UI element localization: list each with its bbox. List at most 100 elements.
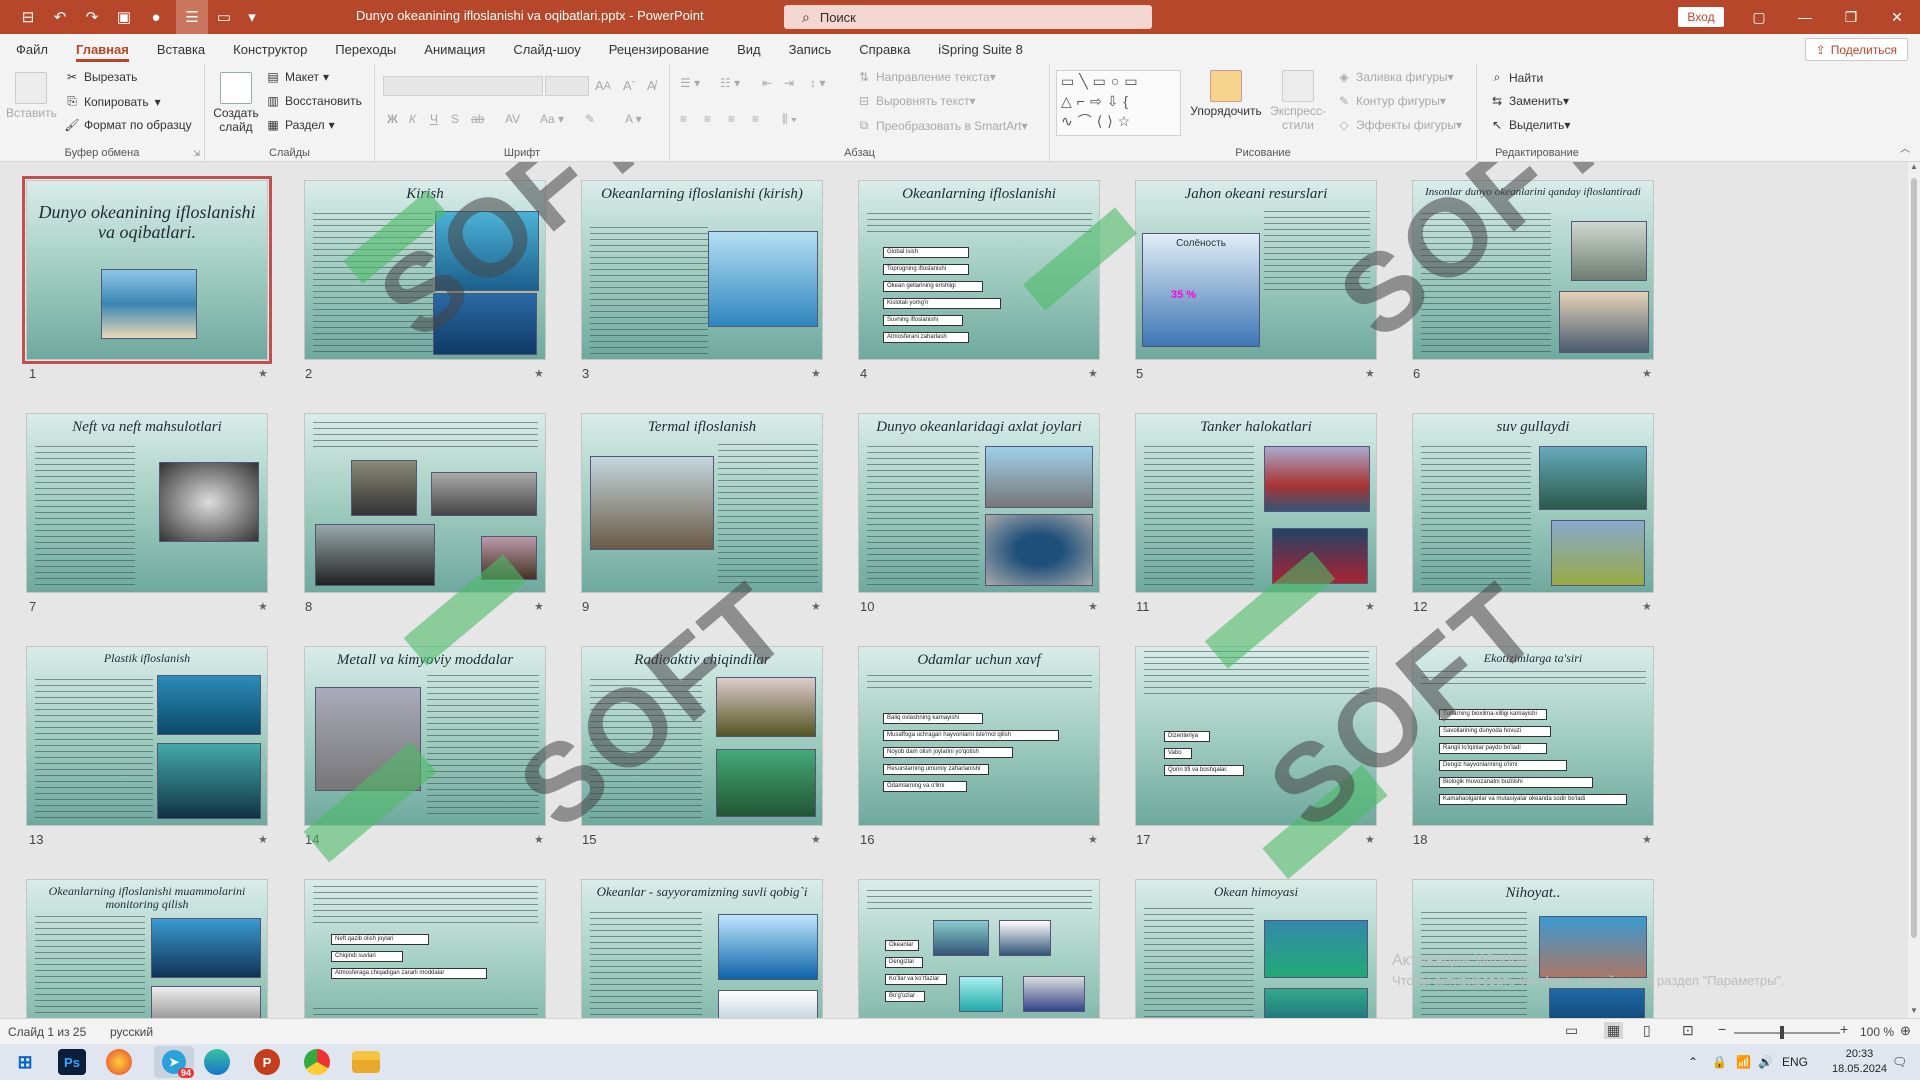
slide-thumbnail[interactable]: suv gullaydi bbox=[1412, 413, 1654, 593]
telegram-button[interactable]: ➤ 94 bbox=[154, 1046, 194, 1078]
smartart-button[interactable]: ⧉ Преобразовать в SmartArt ▾ bbox=[856, 118, 1028, 133]
align-text-button[interactable]: ⊟ Выровнять текст ▾ bbox=[856, 94, 976, 108]
tab-view[interactable]: Вид bbox=[723, 34, 775, 64]
slide-thumbnail[interactable]: Odamlar uchun xavf Baliq ovlashning kama… bbox=[858, 646, 1100, 826]
security-icon[interactable]: 🔒 bbox=[1712, 1055, 1727, 1069]
find-button[interactable]: ⌕ Найти bbox=[1489, 70, 1544, 85]
ribbon-display-options-icon[interactable]: ▢ bbox=[1736, 0, 1782, 34]
record-icon[interactable]: ● bbox=[140, 0, 172, 34]
normal-view-icon[interactable]: ▭ bbox=[1565, 1022, 1578, 1039]
scrollbar-thumb[interactable] bbox=[1911, 178, 1917, 938]
justify-icon[interactable]: ≡ bbox=[752, 112, 759, 126]
slide-thumbnail[interactable]: Kirish bbox=[304, 180, 546, 360]
language-tray[interactable]: ENG bbox=[1782, 1055, 1808, 1069]
zoom-level[interactable]: 100 % bbox=[1860, 1025, 1894, 1039]
select-button[interactable]: ↖ Выделить ▾ bbox=[1489, 118, 1570, 132]
bold-icon[interactable]: Ж bbox=[387, 112, 398, 126]
clear-format-icon[interactable]: A̸ bbox=[647, 78, 656, 93]
line-spacing-icon[interactable]: ↕ ▾ bbox=[810, 76, 825, 90]
slide-thumbnail[interactable]: Radioaktiv chiqindilar bbox=[581, 646, 823, 826]
tab-ispring[interactable]: iSpring Suite 8 bbox=[924, 34, 1037, 64]
slide-thumbnail[interactable]: Okean himoyasi bbox=[1135, 879, 1377, 1018]
close-icon[interactable]: ✕ bbox=[1874, 0, 1920, 34]
slide-thumbnail[interactable]: Ekotizimlarga ta'siri Turlarning bioxilm… bbox=[1412, 646, 1654, 826]
spacing-icon[interactable]: AV bbox=[505, 112, 520, 126]
slide-thumbnail[interactable]: Metall va kimyoviy moddalar bbox=[304, 646, 546, 826]
columns-icon[interactable]: ⫼ ▾ bbox=[782, 112, 797, 127]
tab-file[interactable]: Файл bbox=[2, 34, 62, 64]
minimize-icon[interactable]: — bbox=[1782, 0, 1828, 34]
restore-icon[interactable]: ❐ bbox=[1828, 0, 1874, 34]
tab-design[interactable]: Конструктор bbox=[219, 34, 321, 64]
arrange-button[interactable]: Упорядочить bbox=[1190, 70, 1262, 118]
autosave-icon[interactable]: ⊟ bbox=[12, 0, 44, 34]
align-left-icon[interactable]: ≡ bbox=[680, 112, 687, 126]
zoom-in-icon[interactable]: + bbox=[1840, 1021, 1848, 1037]
slideshow-view-icon[interactable]: ⊡ bbox=[1682, 1022, 1694, 1039]
powerpoint-icon[interactable]: P bbox=[254, 1049, 280, 1075]
replace-button[interactable]: ⇆ Заменить ▾ bbox=[1489, 94, 1569, 108]
strikethrough-icon[interactable]: ab bbox=[471, 112, 484, 126]
tab-review[interactable]: Рецензирование bbox=[595, 34, 723, 64]
increase-indent-icon[interactable]: ⇥ bbox=[784, 76, 794, 90]
tab-home[interactable]: Главная bbox=[62, 34, 143, 64]
search-box[interactable]: ⌕ Поиск bbox=[784, 5, 1152, 29]
slide-thumbnail[interactable]: Okeanlarning ifloslanishi Global isish T… bbox=[858, 180, 1100, 360]
copy-button[interactable]: ⎘ Копировать ▾ bbox=[64, 94, 160, 109]
shape-effects-button[interactable]: ◇ Эффекты фигуры ▾ bbox=[1336, 118, 1462, 132]
change-case-icon[interactable]: Aa ▾ bbox=[540, 112, 564, 126]
tab-animations[interactable]: Анимация bbox=[410, 34, 499, 64]
notifications-icon[interactable]: 🗨 bbox=[1892, 1055, 1907, 1069]
underline-icon[interactable]: Ч bbox=[430, 112, 438, 126]
shapes-gallery[interactable]: ▭╲▭○▭ △⌐⇨⇩{∿⌒⟨⟩☆ bbox=[1056, 70, 1181, 136]
redo-icon[interactable]: ↷ bbox=[76, 0, 108, 34]
slide-thumbnail[interactable]: Insonlar dunyo okeanlarini qanday iflosl… bbox=[1412, 180, 1654, 360]
grow-font-icon[interactable]: AA bbox=[595, 78, 611, 93]
dialog-launcher-icon[interactable]: ⇲ bbox=[193, 149, 200, 158]
layout-button[interactable]: ▤ Макет ▾ bbox=[265, 70, 329, 84]
italic-icon[interactable]: К bbox=[409, 112, 416, 126]
chrome-icon[interactable] bbox=[304, 1049, 330, 1075]
slide-thumbnail[interactable]: Tanker halokatlari bbox=[1135, 413, 1377, 593]
wifi-icon[interactable]: 📶 bbox=[1736, 1055, 1751, 1069]
numbering-icon[interactable]: ☷ ▾ bbox=[720, 76, 740, 90]
file-explorer-icon[interactable] bbox=[352, 1051, 380, 1073]
zoom-slider[interactable] bbox=[1734, 1032, 1840, 1034]
tab-slideshow[interactable]: Слайд-шоу bbox=[499, 34, 594, 64]
fit-to-window-icon[interactable]: ⊕ bbox=[1900, 1023, 1911, 1039]
shrink-font-icon[interactable]: Aˇ bbox=[623, 78, 635, 93]
slide-thumbnail[interactable]: Okeanlar Dengizlar Ko'llar va ko'rfazlar… bbox=[858, 879, 1100, 1018]
font-name-box[interactable] bbox=[383, 76, 543, 96]
bullets-icon[interactable]: ☰ ▾ bbox=[680, 76, 700, 90]
scroll-up-icon[interactable]: ▲ bbox=[1908, 162, 1920, 174]
slide-sorter-view-icon[interactable]: ☰ bbox=[176, 0, 208, 34]
volume-icon[interactable]: 🔊 bbox=[1758, 1055, 1773, 1069]
edge-icon[interactable] bbox=[204, 1049, 230, 1075]
scroll-down-icon[interactable]: ▼ bbox=[1908, 1006, 1920, 1018]
collapse-ribbon-icon[interactable]: ︿ bbox=[1900, 140, 1910, 155]
slide-thumbnail[interactable]: Neft qazib olish joylari Chiqindi suvlar… bbox=[304, 879, 546, 1018]
quick-styles-button[interactable]: Экспресс-стили bbox=[1262, 70, 1334, 132]
firefox-icon[interactable] bbox=[106, 1049, 132, 1075]
share-button[interactable]: ⇪ Поделиться bbox=[1804, 38, 1908, 61]
text-direction-button[interactable]: ⇅ Направление текста ▾ bbox=[856, 70, 996, 84]
tab-transitions[interactable]: Переходы bbox=[321, 34, 410, 64]
section-button[interactable]: ▦ Раздел ▾ bbox=[265, 118, 334, 132]
windows-start-icon[interactable]: ⊞ bbox=[8, 1048, 42, 1076]
align-right-icon[interactable]: ≡ bbox=[728, 112, 735, 126]
tab-insert[interactable]: Вставка bbox=[143, 34, 219, 64]
slide-thumbnail[interactable]: Dunyo okeanlaridagi axlat joylari bbox=[858, 413, 1100, 593]
slide-thumbnail[interactable]: Okeanlarning ifloslanishi muammolarini m… bbox=[26, 879, 268, 1018]
zoom-slider-knob[interactable] bbox=[1780, 1026, 1784, 1039]
new-slide-button[interactable]: Создать слайд bbox=[211, 72, 261, 134]
font-color-icon[interactable]: A ▾ bbox=[625, 112, 642, 126]
tab-record[interactable]: Запись bbox=[775, 34, 846, 64]
start-slideshow-icon[interactable]: ▣ bbox=[108, 0, 140, 34]
font-size-box[interactable] bbox=[545, 76, 589, 96]
align-center-icon[interactable]: ≡ bbox=[704, 112, 711, 126]
slide-thumbnail[interactable]: Dizenteriya Vabo Qorin tifi va boshqalar… bbox=[1135, 646, 1377, 826]
paste-button[interactable]: Вставить bbox=[6, 72, 57, 120]
shape-fill-button[interactable]: ◈ Заливка фигуры ▾ bbox=[1336, 70, 1453, 84]
zoom-out-icon[interactable]: − bbox=[1718, 1021, 1726, 1037]
tab-help[interactable]: Справка bbox=[845, 34, 924, 64]
